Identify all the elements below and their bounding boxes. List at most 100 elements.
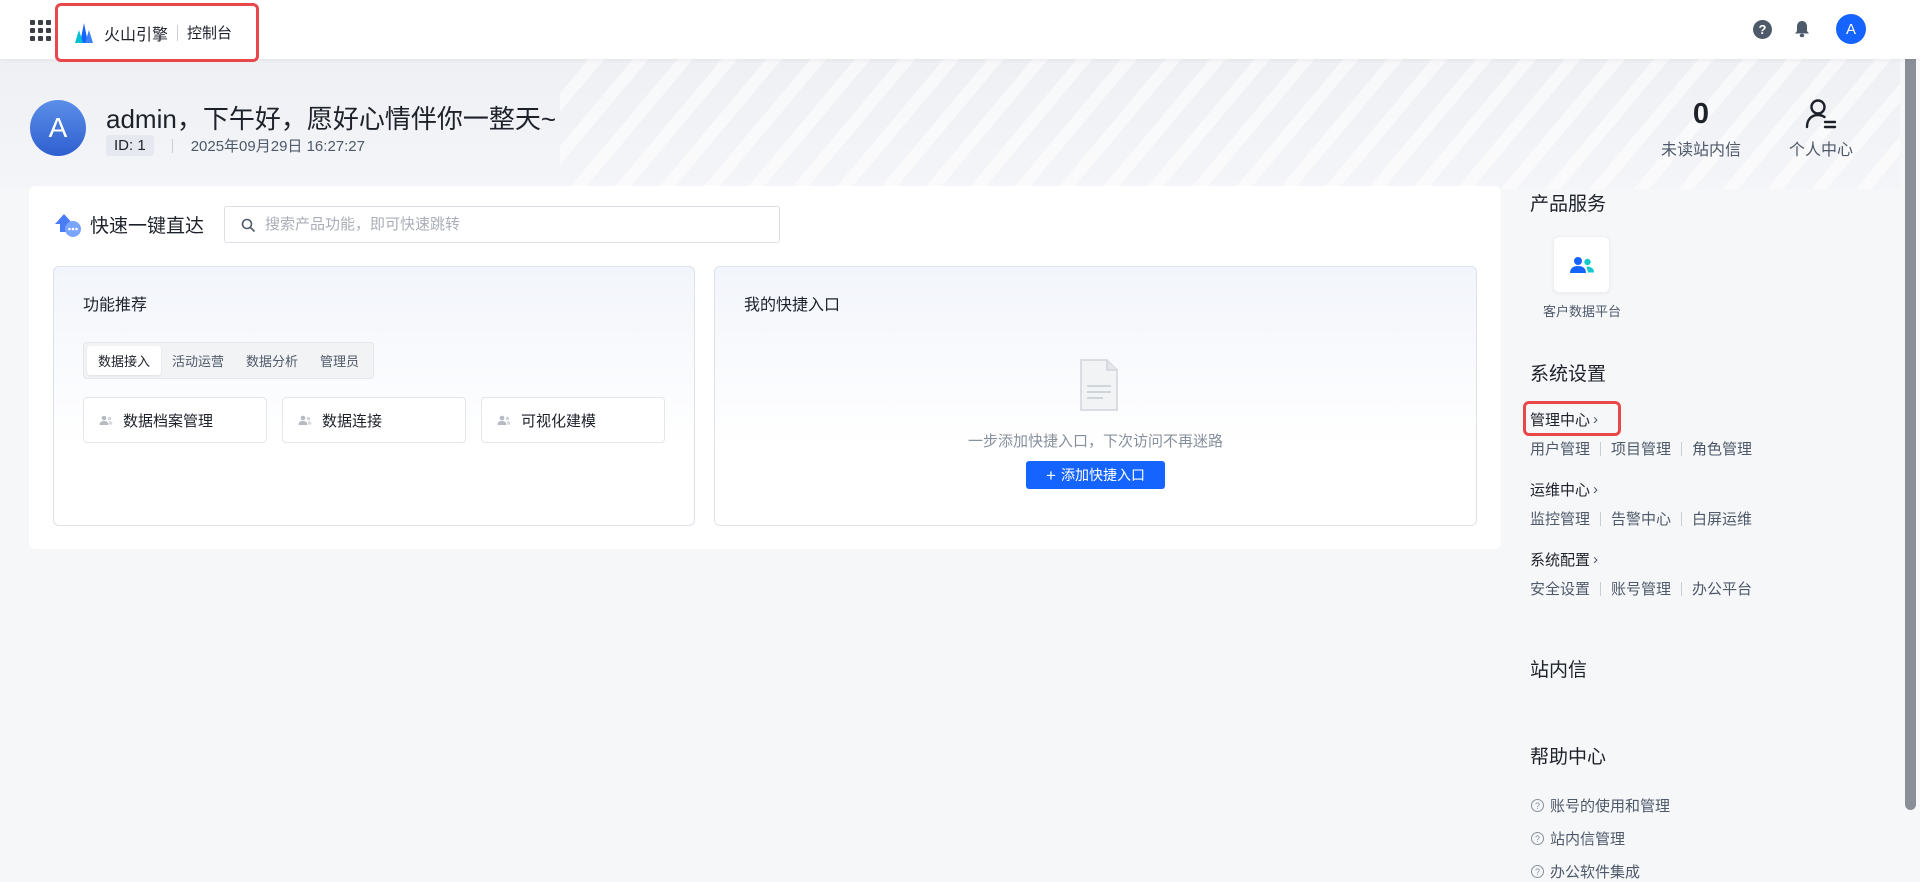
link-divider [1681, 511, 1683, 526]
group-title: 管理中心 [1530, 412, 1591, 429]
link-security-settings[interactable]: 安全设置 [1530, 578, 1590, 599]
brand-logo-area[interactable]: 火山引擎 控制台 [55, 3, 259, 62]
brand-divider [177, 24, 179, 41]
ops-center-links: 监控管理 告警中心 白屏运维 [1530, 508, 1752, 529]
product-services-title: 产品服务 [1530, 194, 1607, 215]
users-icon [497, 415, 511, 425]
link-divider [1600, 511, 1602, 526]
link-divider [1600, 581, 1602, 596]
link-whitescreen-ops[interactable]: 白屏运维 [1692, 508, 1752, 529]
user-id-badge: ID: 1 [106, 135, 154, 156]
my-shortcuts-title: 我的快捷入口 [744, 297, 841, 314]
link-monitoring-management[interactable]: 监控管理 [1530, 508, 1590, 529]
volcano-logo-icon [75, 22, 93, 43]
quick-access-card: 快速一键直达 功能推荐 数据接入 活动运营 数据分析 管理员 数据档案管理 [29, 186, 1501, 549]
link-user-management[interactable]: 用户管理 [1530, 438, 1590, 459]
help-item-account-usage[interactable]: ? 账号的使用和管理 [1531, 795, 1670, 816]
group-title: 运维中心 [1530, 482, 1591, 499]
vertical-scrollbar[interactable] [1900, 0, 1920, 878]
question-circle-icon: ? [1531, 799, 1544, 812]
tab-activity-operations[interactable]: 活动运营 [161, 346, 235, 375]
top-right-actions: ? A [1753, 14, 1866, 44]
feature-label: 可视化建模 [521, 412, 597, 430]
system-config-link[interactable]: 系统配置 › [1530, 549, 1598, 570]
tab-administrator[interactable]: 管理员 [309, 346, 370, 375]
product-search-box[interactable] [224, 206, 780, 243]
management-center-links: 用户管理 项目管理 角色管理 [1530, 438, 1752, 459]
plus-icon: + [1046, 465, 1056, 485]
feature-label: 数据连接 [322, 412, 383, 430]
link-project-management[interactable]: 项目管理 [1611, 438, 1671, 459]
feature-data-archive-management[interactable]: 数据档案管理 [83, 397, 267, 443]
welcome-banner: A admin，下午好，愿好心情伴你一整天~ ID: 1 2025年09月29日… [0, 59, 1900, 189]
feature-visual-modeling[interactable]: 可视化建模 [481, 397, 665, 443]
empty-shortcuts-text: 一步添加快捷入口，下次访问不再迷路 [967, 433, 1223, 450]
link-divider [1681, 581, 1683, 596]
feature-category-tabs: 数据接入 活动运营 数据分析 管理员 [83, 342, 375, 379]
system-settings-title: 系统设置 [1530, 364, 1607, 385]
help-item-label: 账号的使用和管理 [1550, 798, 1671, 815]
unread-messages-stat[interactable]: 0 未读站内信 [1650, 96, 1752, 160]
system-config-links: 安全设置 账号管理 办公平台 [1530, 578, 1752, 599]
personal-center-label: 个人中心 [1788, 142, 1853, 159]
grid-apps-icon[interactable] [28, 18, 52, 42]
quick-access-icon [55, 214, 81, 237]
unread-count: 0 [1692, 98, 1710, 130]
help-item-label: 站内信管理 [1550, 831, 1626, 848]
service-customer-data-platform[interactable] [1553, 236, 1610, 293]
chevron-right-icon: › [1593, 551, 1599, 568]
tab-data-analysis[interactable]: 数据分析 [235, 346, 309, 375]
ops-center-link[interactable]: 运维中心 › [1530, 479, 1598, 500]
chevron-right-icon: › [1593, 411, 1599, 428]
add-shortcut-label: 添加快捷入口 [1060, 467, 1145, 483]
login-datetime: 2025年09月29日 16:27:27 [190, 138, 365, 155]
brand-name: 火山引擎 [104, 26, 169, 44]
feature-data-connection[interactable]: 数据连接 [282, 397, 466, 443]
unread-label: 未读站内信 [1660, 142, 1741, 159]
feature-label: 数据档案管理 [123, 412, 214, 430]
scrollbar-thumb[interactable] [1905, 24, 1916, 810]
feature-recommend-title: 功能推荐 [83, 297, 148, 314]
feature-list: 数据档案管理 数据连接 可视化建模 [83, 397, 665, 443]
user-avatar[interactable]: A [1836, 14, 1866, 44]
link-office-platform[interactable]: 办公平台 [1692, 578, 1752, 599]
console-label: 控制台 [187, 25, 233, 42]
group-title: 系统配置 [1530, 552, 1591, 569]
quick-access-header: 快速一键直达 [53, 210, 204, 238]
search-icon [241, 218, 255, 232]
top-navigation-bar: 火山引擎 控制台 ? A [0, 0, 1920, 62]
management-center-link[interactable]: 管理中心 › [1530, 409, 1598, 430]
users-icon [1569, 256, 1594, 273]
link-divider [1600, 441, 1602, 456]
user-meta: ID: 1 2025年09月29日 16:27:27 [106, 135, 365, 156]
add-shortcut-button[interactable]: + 添加快捷入口 [1026, 461, 1165, 489]
help-item-label: 办公软件集成 [1550, 864, 1641, 881]
question-circle-icon: ? [1531, 832, 1544, 845]
quick-access-title: 快速一键直达 [90, 215, 205, 237]
meta-divider [171, 138, 173, 153]
profile-avatar: A [30, 100, 86, 156]
personal-center-link[interactable]: 个人中心 [1778, 96, 1864, 160]
bell-icon[interactable] [1792, 19, 1812, 39]
my-shortcuts-panel: 我的快捷入口 一步添加快捷入口，下次访问不再迷路 + 添加快捷入口 [714, 266, 1477, 526]
link-account-management[interactable]: 账号管理 [1611, 578, 1671, 599]
question-circle-icon: ? [1531, 865, 1544, 878]
link-divider [1681, 441, 1683, 456]
tab-data-ingestion[interactable]: 数据接入 [87, 346, 162, 375]
feature-recommend-panel: 功能推荐 数据接入 活动运营 数据分析 管理员 数据档案管理 数据连接 可视化建… [53, 266, 695, 526]
help-item-office-integration[interactable]: ? 办公软件集成 [1531, 861, 1640, 882]
help-center-title: 帮助中心 [1530, 747, 1607, 768]
chevron-right-icon: › [1593, 481, 1599, 498]
service-label: 客户数据平台 [1542, 304, 1621, 319]
greeting-text: admin，下午好，愿好心情伴你一整天~ [106, 104, 556, 134]
users-icon [99, 415, 113, 425]
help-icon[interactable]: ? [1753, 19, 1772, 39]
link-role-management[interactable]: 角色管理 [1692, 438, 1752, 459]
help-item-message-management[interactable]: ? 站内信管理 [1531, 828, 1625, 849]
empty-document-icon [1080, 359, 1118, 411]
messages-title: 站内信 [1530, 660, 1588, 681]
link-alert-center[interactable]: 告警中心 [1611, 508, 1671, 529]
person-icon [1805, 99, 1837, 129]
search-input[interactable] [265, 216, 779, 233]
users-icon [298, 415, 312, 425]
